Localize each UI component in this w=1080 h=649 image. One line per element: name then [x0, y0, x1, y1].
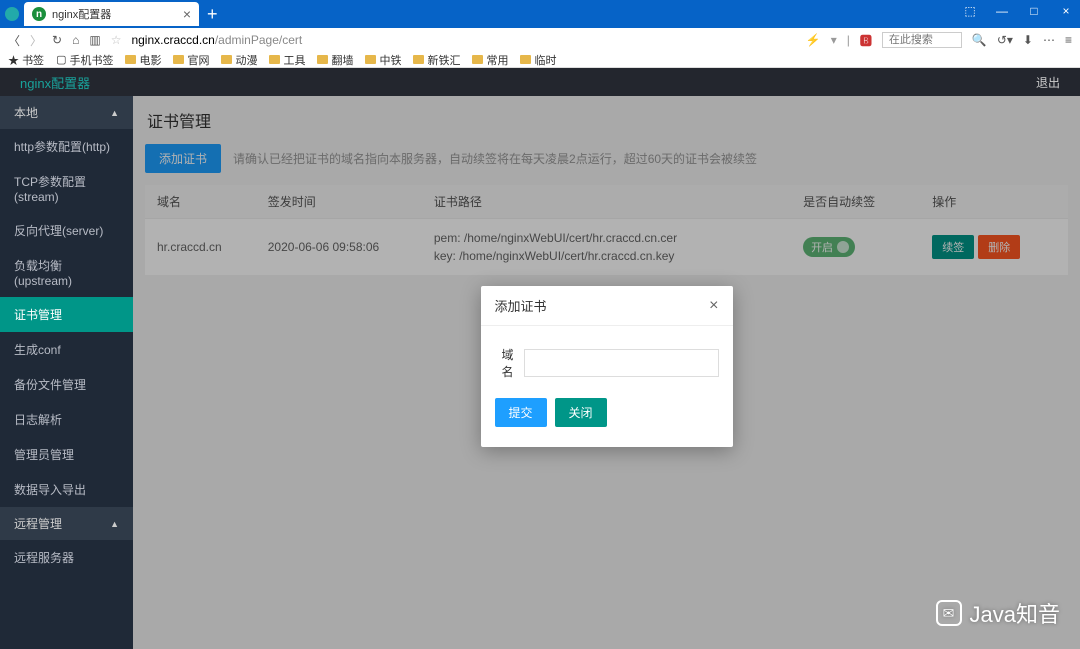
sidebar-group-remote[interactable]: 远程管理▲: [0, 507, 133, 540]
address-bar[interactable]: nginx.craccd.cn/adminPage/cert: [131, 33, 795, 47]
bookmark-item[interactable]: 常用: [472, 52, 508, 68]
shield-icon[interactable]: ▾: [831, 33, 837, 47]
domain-input[interactable]: [524, 349, 719, 377]
bookmark-item[interactable]: 中铁: [365, 52, 401, 68]
sidebar-item-backup[interactable]: 备份文件管理: [0, 367, 133, 402]
home-icon[interactable]: ⌂: [72, 33, 79, 47]
modal-overlay[interactable]: 添加证书 × 域名 提交 关闭: [133, 96, 1080, 649]
reload-icon[interactable]: ↻: [52, 33, 62, 47]
sidebar: 本地▲ http参数配置(http) TCP参数配置(stream) 反向代理(…: [0, 96, 133, 649]
bookmark-item[interactable]: 临时: [520, 52, 556, 68]
app-title: nginx配置器: [20, 73, 90, 92]
forward-icon[interactable]: 〉: [30, 32, 42, 49]
minimize-icon[interactable]: —: [992, 4, 1012, 18]
bookmark-item[interactable]: 官网: [173, 52, 209, 68]
new-tab-button[interactable]: +: [207, 4, 218, 25]
sidebar-item-server[interactable]: 反向代理(server): [0, 213, 133, 248]
submit-button[interactable]: 提交: [495, 398, 547, 427]
logout-link[interactable]: 退出: [1036, 74, 1060, 91]
bookmark-item[interactable]: 电影: [125, 52, 161, 68]
sidebar-item-log[interactable]: 日志解析: [0, 402, 133, 437]
bookmarks-label: ★ 书签: [8, 52, 44, 68]
panel-icon[interactable]: ▥: [89, 33, 100, 47]
sidebar-item-tcp[interactable]: TCP参数配置(stream): [0, 164, 133, 213]
main-content: 证书管理 添加证书 请确认已经把证书的域名指向本服务器，自动续签将在每天凌晨2点…: [133, 96, 1080, 649]
download-icon[interactable]: ⬇: [1023, 33, 1033, 47]
bookmark-item[interactable]: 翻墙: [317, 52, 353, 68]
pin-icon[interactable]: ⬚: [960, 4, 980, 18]
sidebar-item-conf[interactable]: 生成conf: [0, 332, 133, 367]
sidebar-item-cert[interactable]: 证书管理: [0, 297, 133, 332]
baidu-icon[interactable]: 🅱: [860, 32, 872, 49]
close-button[interactable]: 关闭: [555, 398, 607, 427]
close-icon[interactable]: ×: [709, 297, 718, 315]
flash-icon[interactable]: ⚡: [806, 33, 821, 47]
sidebar-item-admin[interactable]: 管理员管理: [0, 437, 133, 472]
caret-up-icon: ▲: [110, 519, 119, 529]
close-window-icon[interactable]: ×: [1056, 4, 1076, 18]
search-icon[interactable]: 🔍: [972, 33, 987, 47]
tab-title: nginx配置器: [52, 6, 177, 22]
star-icon[interactable]: ☆: [111, 33, 122, 47]
search-input[interactable]: [882, 32, 962, 48]
maximize-icon[interactable]: □: [1024, 4, 1044, 18]
bookmark-item[interactable]: 动漫: [221, 52, 257, 68]
caret-up-icon: ▲: [110, 108, 119, 118]
browser-tab[interactable]: n nginx配置器 ×: [24, 2, 199, 26]
sidebar-item-data[interactable]: 数据导入导出: [0, 472, 133, 507]
app-header: nginx配置器 退出: [0, 68, 1080, 96]
back-icon[interactable]: 〈: [8, 32, 20, 49]
sidebar-item-upstream[interactable]: 负载均衡(upstream): [0, 248, 133, 297]
sidebar-item-remote-server[interactable]: 远程服务器: [0, 540, 133, 575]
bookmark-item[interactable]: ▢ 手机书签: [56, 52, 113, 68]
add-cert-dialog: 添加证书 × 域名 提交 关闭: [481, 286, 733, 447]
more-icon[interactable]: ⋯: [1043, 33, 1055, 47]
menu-icon[interactable]: ≡: [1065, 33, 1072, 47]
history-icon[interactable]: ↺▾: [997, 33, 1013, 47]
tab-favicon: n: [32, 7, 46, 21]
tab-close-icon[interactable]: ×: [183, 6, 191, 22]
bookmark-item[interactable]: 工具: [269, 52, 305, 68]
bookmark-bar: ★ 书签 ▢ 手机书签 电影 官网 动漫 工具 翻墙 中铁 新铁汇 常用 临时: [0, 52, 1080, 68]
watermark: ✉ Java知音: [936, 597, 1060, 629]
domain-label: 域名: [495, 346, 514, 380]
sidebar-group-local[interactable]: 本地▲: [0, 96, 133, 129]
bookmark-item[interactable]: 新铁汇: [413, 52, 460, 68]
sidebar-item-http[interactable]: http参数配置(http): [0, 129, 133, 164]
dialog-title: 添加证书: [495, 296, 547, 315]
wechat-icon: ✉: [936, 600, 962, 626]
